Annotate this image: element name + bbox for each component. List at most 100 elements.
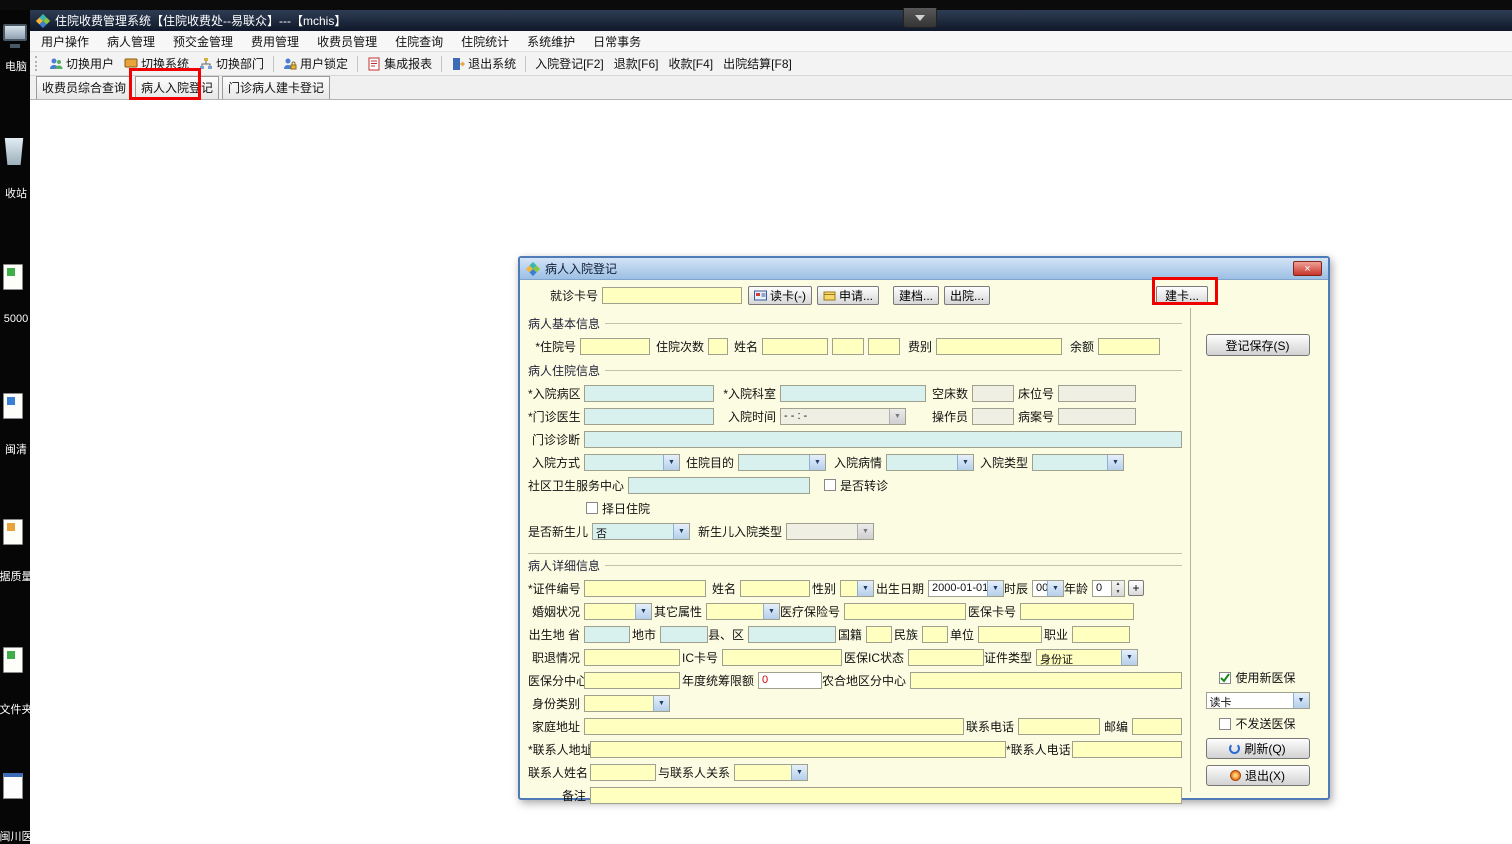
desktop-icon-computer[interactable]: [3, 24, 27, 41]
occupation-input[interactable]: [1072, 625, 1130, 643]
zip-input[interactable]: [1132, 717, 1182, 735]
ins-branch-input[interactable]: [584, 671, 680, 689]
menu-item-system-maintenance[interactable]: 系统维护: [518, 31, 584, 52]
card-no-input[interactable]: [602, 287, 742, 304]
age-plus-button[interactable]: +: [1128, 580, 1144, 596]
tab-patient-admission[interactable]: 病人入院登记: [135, 76, 220, 99]
toolbar-switch-system-button[interactable]: 切换系统: [119, 52, 194, 75]
admit-count-input[interactable]: [708, 337, 728, 355]
collapse-bar-button[interactable]: [903, 8, 937, 28]
toolbar-switch-dept-button[interactable]: 切换部门: [194, 52, 269, 75]
toolbar-receipt-f4-button[interactable]: 收款[F4]: [663, 52, 718, 75]
menu-item-daily-affairs[interactable]: 日常事务: [584, 31, 650, 52]
toolbar-exit-system-button[interactable]: 退出系统: [446, 52, 521, 75]
age-spinner[interactable]: ▲ ▼: [1112, 579, 1125, 597]
city-input[interactable]: [660, 625, 708, 643]
phone-input[interactable]: [1018, 717, 1100, 735]
job-status-input[interactable]: [584, 648, 680, 666]
admit-way-select[interactable]: ▼: [584, 453, 680, 471]
quota-input[interactable]: 0: [758, 671, 822, 689]
toolbar-user-lock-button[interactable]: 用户锁定: [278, 52, 353, 75]
inpatient-no-input[interactable]: [580, 337, 650, 355]
toolbar-refund-f6-button[interactable]: 退款[F6]: [609, 52, 664, 75]
hour-select[interactable]: 00 ▼: [1032, 579, 1064, 597]
contact-address-input[interactable]: [590, 740, 1006, 758]
toolbar-switch-user-button[interactable]: 切换用户: [44, 52, 119, 75]
admit-type-select[interactable]: ▼: [1032, 453, 1124, 471]
desktop-icon-quality[interactable]: [3, 519, 23, 545]
menu-item-fee-management[interactable]: 费用管理: [242, 31, 308, 52]
empty-beds-input[interactable]: [972, 384, 1014, 402]
tab-cashier-query[interactable]: 收费员综合查询: [36, 76, 133, 99]
home-address-input[interactable]: [584, 717, 964, 735]
read-mode-select[interactable]: 读卡 ▼: [1205, 692, 1310, 709]
desktop-icon-minqing[interactable]: [3, 393, 23, 419]
menu-item-cashier-management[interactable]: 收费员管理: [308, 31, 386, 52]
menu-item-user-operation[interactable]: 用户操作: [32, 31, 98, 52]
detail-name-input[interactable]: [740, 579, 810, 597]
bed-no-input[interactable]: [1058, 384, 1136, 402]
ic-card-input[interactable]: [722, 648, 842, 666]
contact-phone-input[interactable]: [1072, 740, 1182, 758]
rural-branch-input[interactable]: [910, 671, 1182, 689]
discharge-button[interactable]: 出院...: [944, 286, 991, 305]
desktop-icon-folder[interactable]: [3, 647, 23, 673]
gender-select[interactable]: ▼: [840, 579, 874, 597]
tab-outpatient-card[interactable]: 门诊病人建卡登记: [222, 76, 331, 99]
create-card-button[interactable]: 建卡...: [1156, 286, 1208, 305]
newborn-select[interactable]: 否 ▼: [592, 522, 690, 540]
menu-item-inpatient-query[interactable]: 住院查询: [386, 31, 452, 52]
name-extra2-input[interactable]: [868, 337, 900, 355]
purpose-select[interactable]: ▼: [738, 453, 826, 471]
menu-item-patient-management[interactable]: 病人管理: [98, 31, 164, 52]
refresh-button[interactable]: 刷新(Q): [1205, 738, 1310, 759]
toolbar-integrated-report-button[interactable]: 集成报表: [362, 52, 437, 75]
nationality-input[interactable]: [866, 625, 892, 643]
scheduled-checkbox[interactable]: [586, 502, 598, 514]
save-button[interactable]: 登记保存(S): [1205, 334, 1310, 356]
balance-input[interactable]: [1098, 337, 1160, 355]
dept-input[interactable]: [780, 384, 926, 402]
birthplace-input[interactable]: [584, 625, 630, 643]
toolbar-discharge-settle-f8-button[interactable]: 出院结算[F8]: [718, 52, 797, 75]
birth-date-select[interactable]: 2000-01-01 ▼: [928, 579, 1004, 597]
desktop-icon-recycle[interactable]: [3, 138, 25, 165]
condition-select[interactable]: ▼: [886, 453, 974, 471]
medical-no-input[interactable]: [844, 602, 966, 620]
doctor-input[interactable]: [584, 407, 714, 425]
create-file-button[interactable]: 建档...: [893, 286, 940, 305]
operator-input[interactable]: [972, 407, 1014, 425]
remark-input[interactable]: [590, 786, 1182, 804]
cert-type-select[interactable]: 身份证 ▼: [1036, 648, 1138, 666]
newborn-type-select[interactable]: ▼: [786, 522, 874, 540]
ward-input[interactable]: [584, 384, 714, 402]
desktop-icon-5000[interactable]: [3, 264, 23, 290]
fee-type-input[interactable]: [936, 337, 1062, 355]
dialog-close-button[interactable]: ×: [1293, 261, 1322, 276]
record-no-input[interactable]: [1058, 407, 1136, 425]
referral-checkbox[interactable]: [824, 479, 836, 491]
diagnosis-input[interactable]: [584, 430, 1182, 448]
contact-name-input[interactable]: [590, 763, 656, 781]
cert-no-input[interactable]: [584, 579, 706, 597]
identity-select[interactable]: ▼: [584, 694, 670, 712]
toolbar-admission-f2-button[interactable]: 入院登记[F2]: [530, 52, 609, 75]
apply-button[interactable]: 申请...: [817, 286, 880, 305]
age-input[interactable]: 0: [1092, 579, 1112, 597]
county-input[interactable]: [748, 625, 836, 643]
use-new-insurance-checkbox[interactable]: [1219, 671, 1232, 684]
other-attr-select[interactable]: ▼: [706, 602, 780, 620]
marital-select[interactable]: ▼: [584, 602, 652, 620]
insurance-card-input[interactable]: [1020, 602, 1134, 620]
ethnicity-input[interactable]: [922, 625, 948, 643]
relation-select[interactable]: ▼: [734, 763, 808, 781]
ins-ic-status-input[interactable]: [908, 648, 984, 666]
name-extra-input[interactable]: [832, 337, 864, 355]
menu-item-prepay-management[interactable]: 预交金管理: [164, 31, 242, 52]
no-send-insurance-checkbox[interactable]: [1219, 717, 1232, 730]
read-card-button[interactable]: 读卡(-): [748, 286, 812, 305]
community-input[interactable]: [628, 476, 810, 494]
exit-button[interactable]: 退出(X): [1205, 765, 1310, 786]
admit-time-select[interactable]: - - : - ▼: [780, 407, 906, 425]
name-input[interactable]: [762, 337, 828, 355]
